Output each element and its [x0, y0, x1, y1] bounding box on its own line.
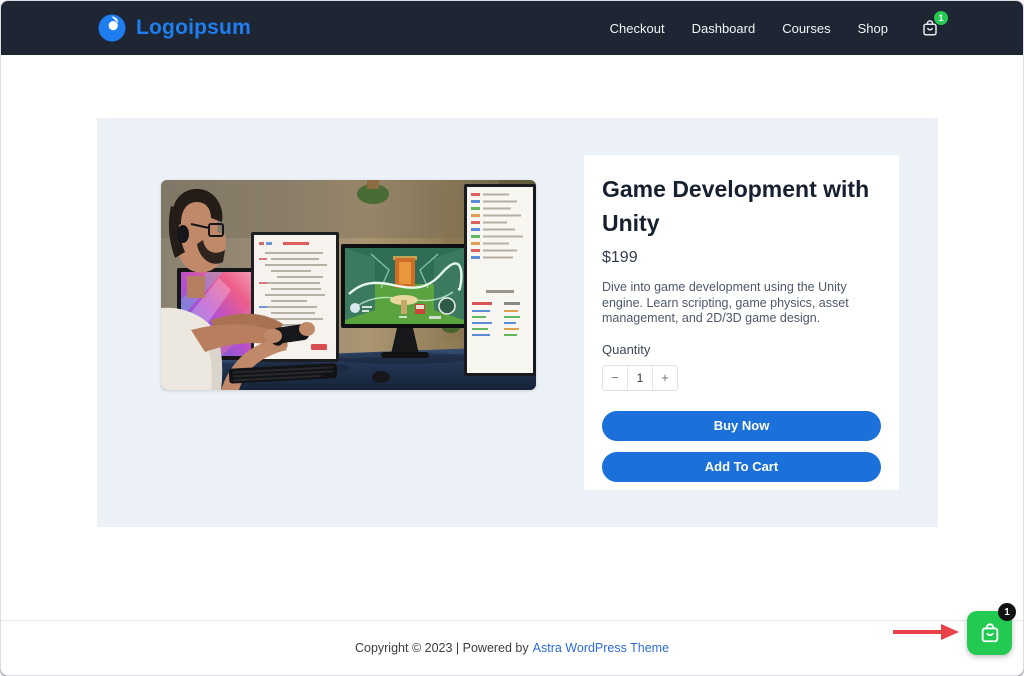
quantity-increase-button[interactable]: +	[652, 366, 677, 390]
quantity-label: Quantity	[602, 342, 881, 357]
mouse	[372, 371, 390, 383]
main-content: Game Development with Unity $199 Dive in…	[1, 55, 1023, 620]
site-header: Logoipsum Checkout Dashboard Courses Sho…	[1, 1, 1023, 55]
main-nav: Checkout Dashboard Courses Shop 1	[610, 19, 939, 37]
logo-mark-icon	[97, 13, 127, 43]
quantity-decrease-button[interactable]: −	[603, 366, 628, 390]
floating-cart-button[interactable]: 1	[967, 611, 1012, 655]
add-to-cart-button[interactable]: Add To Cart	[602, 452, 881, 482]
buy-now-button[interactable]: Buy Now	[602, 411, 881, 441]
page: Logoipsum Checkout Dashboard Courses Sho…	[0, 0, 1024, 676]
nav-item-shop[interactable]: Shop	[858, 21, 888, 36]
product-card: Game Development with Unity $199 Dive in…	[584, 155, 899, 490]
shopping-bag-icon	[979, 622, 1001, 644]
product-price: $199	[602, 249, 881, 267]
copyright-text: Copyright © 2023 | Powered by	[355, 641, 529, 655]
nav-item-checkout[interactable]: Checkout	[610, 21, 665, 36]
logo-text: Logoipsum	[136, 16, 251, 40]
site-footer: Copyright © 2023 | Powered by Astra Word…	[1, 620, 1023, 675]
quantity-input[interactable]	[628, 366, 652, 390]
quantity-stepper: − +	[602, 365, 678, 391]
nav-item-dashboard[interactable]: Dashboard	[692, 21, 756, 36]
product-title: Game Development with Unity	[602, 172, 881, 240]
floating-cart-count-badge: 1	[998, 603, 1016, 621]
product-section: Game Development with Unity $199 Dive in…	[97, 118, 938, 527]
list-monitor	[464, 184, 536, 376]
logo[interactable]: Logoipsum	[97, 13, 251, 43]
header-cart-count-badge: 1	[934, 11, 948, 25]
nav-item-courses[interactable]: Courses	[782, 21, 830, 36]
product-image	[161, 180, 536, 390]
red-arrow-icon	[893, 624, 959, 640]
header-cart-button[interactable]: 1	[921, 19, 939, 37]
product-description: Dive into game development using the Uni…	[602, 280, 881, 327]
astra-theme-link[interactable]: Astra WordPress Theme	[533, 641, 669, 655]
